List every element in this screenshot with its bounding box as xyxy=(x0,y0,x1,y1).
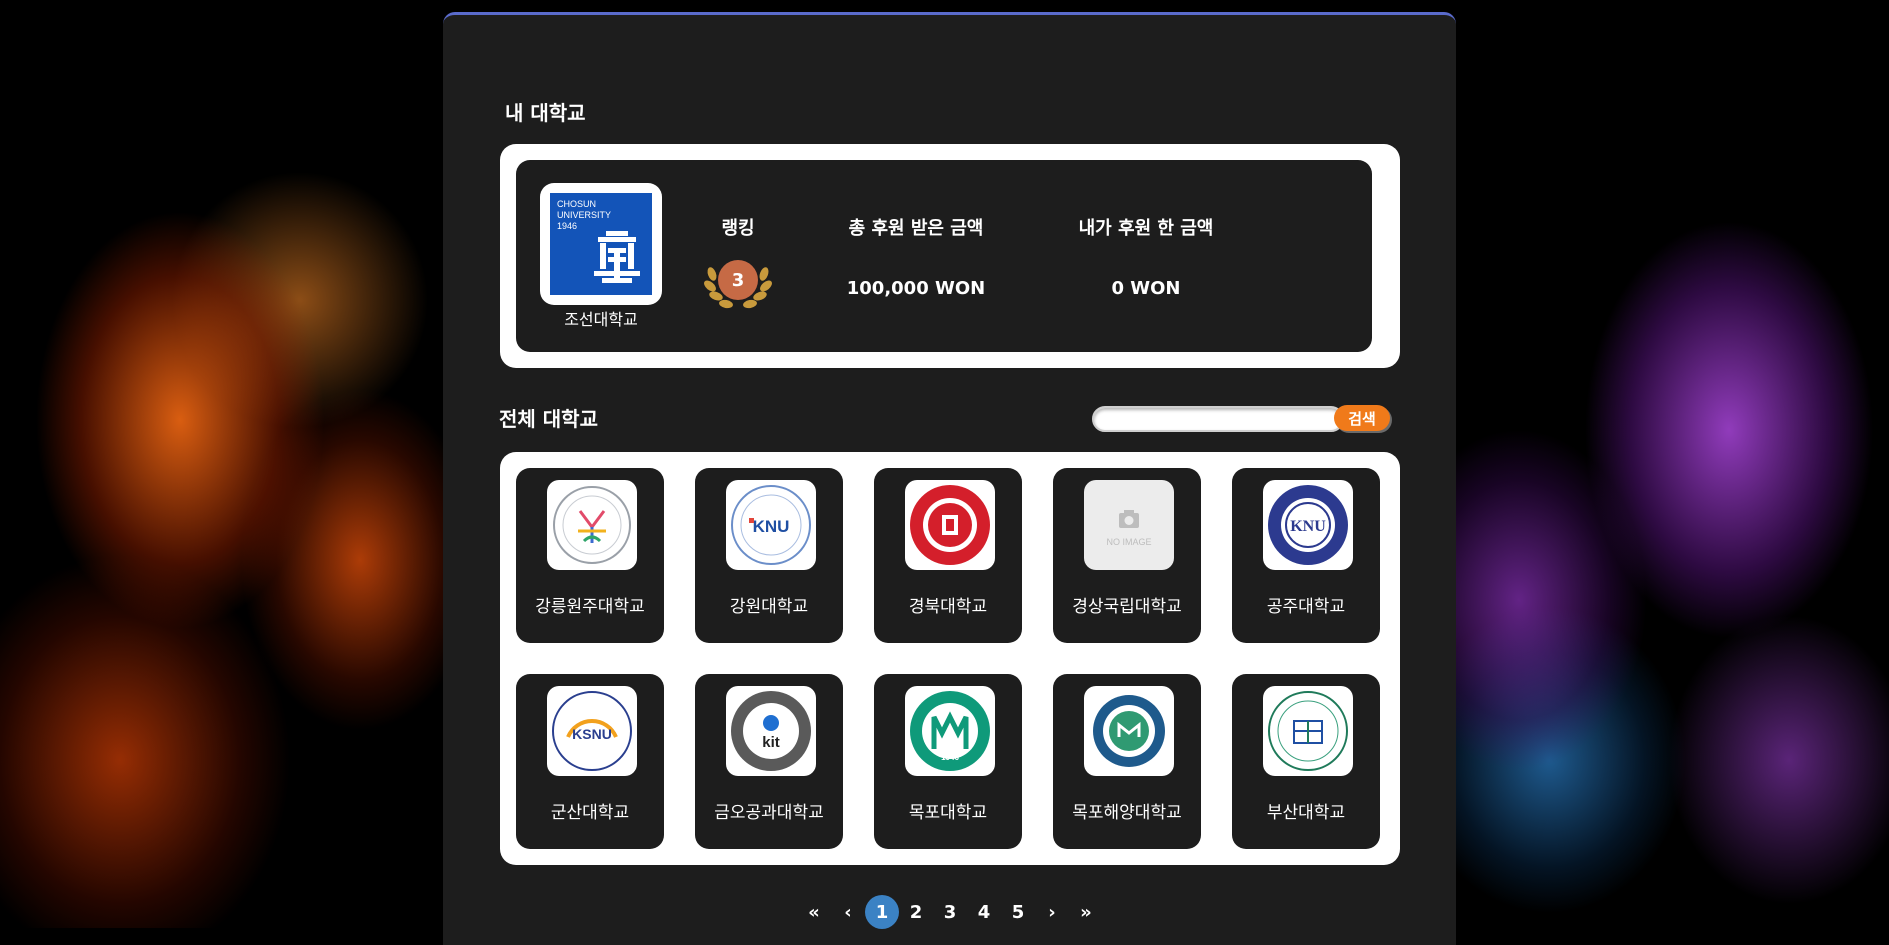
university-name: 금오공과대학교 xyxy=(714,803,824,823)
university-search-input[interactable] xyxy=(1092,406,1344,432)
university-card-mokpo[interactable]: 1946 목포대학교 xyxy=(874,674,1022,849)
chosun-emblem-icon xyxy=(594,231,640,283)
university-name: 목포대학교 xyxy=(908,803,988,823)
university-card-kongju[interactable]: KNU 공주대학교 xyxy=(1232,468,1380,643)
knu-seal-icon: KNU xyxy=(726,480,816,570)
my-university-logo[interactable]: CHOSUN UNIVERSITY 1946 xyxy=(540,183,662,305)
gwnu-seal-icon xyxy=(547,480,637,570)
pagination-first-button[interactable]: « xyxy=(797,895,831,929)
svg-text:KNU: KNU xyxy=(1290,518,1326,535)
pagination-page-1[interactable]: 1 xyxy=(865,895,899,929)
university-card-kangwon[interactable]: KNU 강원대학교 xyxy=(695,468,843,643)
university-name: 공주대학교 xyxy=(1266,597,1346,617)
my-university-inner: CHOSUN UNIVERSITY 1946 조선대학교 랭킹 3 총 후원 받… xyxy=(516,160,1372,352)
rank-badge-wreath: 3 xyxy=(702,258,774,314)
rank-number: 3 xyxy=(718,260,758,300)
kyungpook-seal-icon xyxy=(905,480,995,570)
svg-text:NO IMAGE: NO IMAGE xyxy=(1106,537,1151,547)
pagination-last-button[interactable]: » xyxy=(1069,895,1103,929)
total-received-label: 총 후원 받은 금액 xyxy=(848,218,984,239)
pagination-page-2[interactable]: 2 xyxy=(899,895,933,929)
no-image-icon: NO IMAGE xyxy=(1084,480,1174,570)
university-name: 부산대학교 xyxy=(1266,803,1346,823)
pagination-page-5[interactable]: 5 xyxy=(1001,895,1035,929)
pagination-prev-button[interactable]: ‹ xyxy=(831,895,865,929)
my-university-name: 조선대학교 xyxy=(564,310,638,329)
university-name: 강릉원주대학교 xyxy=(535,597,645,617)
university-name: 강원대학교 xyxy=(729,597,809,617)
rank-label: 랭킹 xyxy=(721,218,755,239)
fire-background-left xyxy=(0,0,460,928)
university-name: 경상국립대학교 xyxy=(1072,597,1182,617)
university-card-gangneung-wonju[interactable]: 강릉원주대학교 xyxy=(516,468,664,643)
my-donation-label: 내가 후원 한 금액 xyxy=(1078,218,1214,239)
svg-text:kit: kit xyxy=(762,734,780,751)
svg-text:KNU: KNU xyxy=(753,517,790,536)
university-card-pusan[interactable]: 부산대학교 xyxy=(1232,674,1380,849)
svg-text:1946: 1946 xyxy=(941,753,959,762)
university-name: 목포해양대학교 xyxy=(1072,803,1182,823)
search-button[interactable]: 검색 xyxy=(1334,405,1390,431)
svg-text:KSNU: KSNU xyxy=(572,726,612,742)
ksnu-seal-icon: KSNU xyxy=(547,686,637,776)
university-name: 경북대학교 xyxy=(908,597,988,617)
university-card-mokpo-maritime[interactable]: 목포해양대학교 xyxy=(1053,674,1201,849)
pagination-page-3[interactable]: 3 xyxy=(933,895,967,929)
university-grid: 강릉원주대학교 KNU 강원대학교 경북대학교 NO IMAGE 경상국립대학교… xyxy=(500,452,1400,865)
university-card-kyungpook[interactable]: 경북대학교 xyxy=(874,468,1022,643)
university-card-gyeongsang[interactable]: NO IMAGE 경상국립대학교 xyxy=(1053,468,1201,643)
main-panel: 내 대학교 CHOSUN UNIVERSITY 1946 조선대학교 랭킹 3 … xyxy=(443,12,1456,945)
university-card-kumoh[interactable]: kit 금오공과대학교 xyxy=(695,674,843,849)
kit-seal-icon: kit xyxy=(726,686,816,776)
university-card-kunsan[interactable]: KSNU 군산대학교 xyxy=(516,674,664,849)
mmu-seal-icon xyxy=(1084,686,1174,776)
pagination-next-button[interactable]: › xyxy=(1035,895,1069,929)
total-received-value: 100,000 WON xyxy=(846,278,986,299)
university-name: 군산대학교 xyxy=(550,803,630,823)
fire-background-right xyxy=(1429,0,1889,928)
my-university-title: 내 대학교 xyxy=(505,101,586,125)
pagination-page-4[interactable]: 4 xyxy=(967,895,1001,929)
my-donation-value: 0 WON xyxy=(1111,278,1181,299)
kongju-seal-icon: KNU xyxy=(1263,480,1353,570)
pusan-seal-icon xyxy=(1263,686,1353,776)
chosun-logo-image: CHOSUN UNIVERSITY 1946 xyxy=(550,193,652,295)
my-university-card: CHOSUN UNIVERSITY 1946 조선대학교 랭킹 3 총 후원 받… xyxy=(500,144,1400,368)
all-universities-title: 전체 대학교 xyxy=(499,407,598,431)
mokpo-seal-icon: 1946 xyxy=(905,686,995,776)
